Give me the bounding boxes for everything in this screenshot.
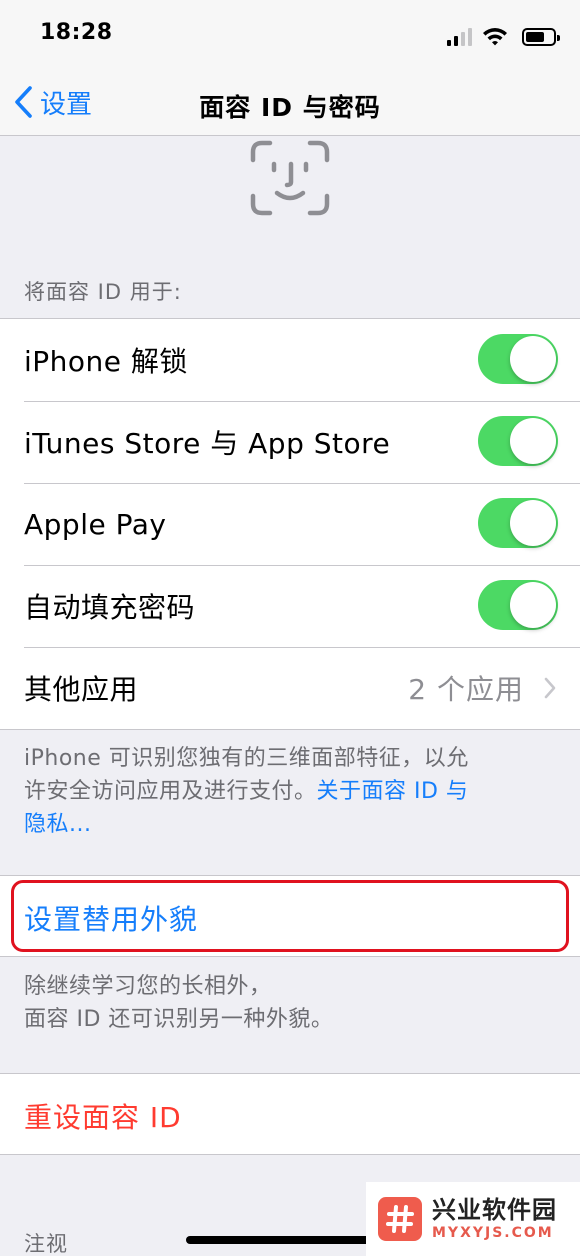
iphone-unlock-toggle[interactable] [478, 334, 558, 384]
status-icons [447, 24, 560, 46]
watermark-name: 兴业软件园 [432, 1196, 557, 1224]
apple-pay-toggle[interactable] [478, 498, 558, 548]
row-label: 自动填充密码 [24, 591, 196, 624]
itunes-app-store-toggle[interactable] [478, 416, 558, 466]
other-apps-row[interactable]: 其他应用 2 个应用 [0, 647, 580, 729]
reset-face-id-button[interactable]: 重设面容 ID [0, 1073, 580, 1155]
setting-row-autofill-passwords: 自动填充密码 [0, 565, 580, 647]
section-header-attention: 注视 [24, 1232, 68, 1256]
status-bar: 18:28 [0, 0, 580, 70]
setting-row-itunes-app-store: iTunes Store 与 App Store [0, 401, 580, 483]
page-title: 面容 ID 与密码 [199, 93, 381, 122]
cellular-signal-icon [447, 28, 472, 46]
battery-icon [522, 28, 560, 46]
footer-line: 面容 ID 还可识别另一种外貌。 [24, 1007, 334, 1032]
about-face-id-privacy-link-continued[interactable]: 隐私... [24, 812, 91, 837]
setting-row-iphone-unlock: iPhone 解锁 [0, 319, 580, 401]
home-indicator[interactable] [186, 1236, 396, 1244]
watermark-url: MYXYJS.COM [432, 1225, 554, 1241]
about-face-id-privacy-link[interactable]: 关于面容 ID 与 [317, 779, 469, 804]
row-label: Apple Pay [24, 507, 167, 541]
watermark-text: 兴业软件园 MYXYJS.COM [432, 1196, 557, 1242]
reset-face-id-label: 重设面容 ID [24, 1101, 182, 1134]
chevron-right-icon [544, 677, 556, 699]
face-id-footer-text: iPhone 可识别您独有的三维面部特征，以允 许安全访问应用及进行支付。关于面… [24, 742, 554, 841]
alternate-appearance-footer-text: 除继续学习您的长相外， 面容 ID 还可识别另一种外貌。 [24, 970, 554, 1036]
setting-row-apple-pay: Apple Pay [0, 483, 580, 565]
highlight-annotation [11, 880, 569, 952]
footer-line: 除继续学习您的长相外， [24, 974, 272, 999]
autofill-passwords-toggle[interactable] [478, 580, 558, 630]
watermark: 兴业软件园 MYXYJS.COM [366, 1182, 580, 1256]
use-face-id-group: iPhone 解锁 iTunes Store 与 App Store Apple… [0, 318, 580, 730]
footer-line: iPhone 可识别您独有的三维面部特征，以允 [24, 746, 469, 771]
other-apps-count: 2 个应用 [408, 673, 524, 706]
face-id-icon [250, 140, 330, 216]
section-header-use-face-id: 将面容 ID 用于: [24, 280, 182, 304]
screen: 18:28 设置 面容 ID 与密码 将面容 ID 用于: iPhone 解锁 … [0, 0, 580, 1256]
row-label: iTunes Store 与 App Store [24, 427, 391, 460]
hashtag-logo-icon [378, 1197, 422, 1241]
row-label: 其他应用 [24, 673, 139, 706]
nav-bar: 设置 面容 ID 与密码 [0, 70, 580, 136]
wifi-icon [483, 28, 507, 46]
footer-line: 许安全访问应用及进行支付。 [24, 779, 317, 804]
status-time: 18:28 [40, 20, 113, 45]
row-label: iPhone 解锁 [24, 345, 188, 378]
